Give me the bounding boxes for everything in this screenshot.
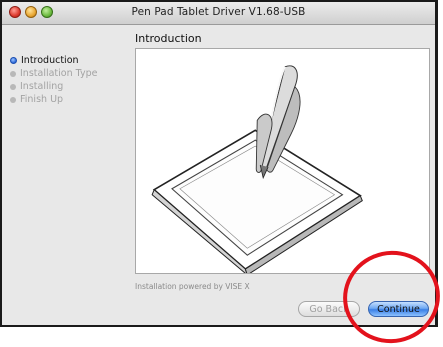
installer-steps: Introduction Installation Type Installin… xyxy=(10,54,130,106)
continue-button[interactable]: Continue xyxy=(368,301,429,317)
step-installing: Installing xyxy=(10,80,130,93)
step-finish-up: Finish Up xyxy=(10,93,130,106)
powered-by-text: Installation powered by VISE X xyxy=(135,282,250,291)
step-label: Installing xyxy=(20,81,64,92)
content-panel xyxy=(135,48,430,274)
installer-window: Pen Pad Tablet Driver V1.68-USB Introduc… xyxy=(0,0,438,327)
step-label: Finish Up xyxy=(20,94,64,105)
screenshot: Pen Pad Tablet Driver V1.68-USB Introduc… xyxy=(0,0,443,347)
step-installation-type: Installation Type xyxy=(10,67,130,80)
step-introduction: Introduction xyxy=(10,54,130,67)
step-label: Installation Type xyxy=(20,68,98,79)
pending-step-icon xyxy=(10,96,16,103)
pen-tablet-illustration xyxy=(151,65,363,273)
pending-step-icon xyxy=(10,70,16,77)
page-title: Introduction xyxy=(135,32,202,45)
window-title: Pen Pad Tablet Driver V1.68-USB xyxy=(131,6,306,18)
title-bar[interactable]: Pen Pad Tablet Driver V1.68-USB xyxy=(2,2,435,25)
current-step-icon xyxy=(10,57,17,64)
pending-step-icon xyxy=(10,83,16,90)
step-label: Introduction xyxy=(21,55,79,66)
go-back-button[interactable]: Go Back xyxy=(298,301,360,317)
